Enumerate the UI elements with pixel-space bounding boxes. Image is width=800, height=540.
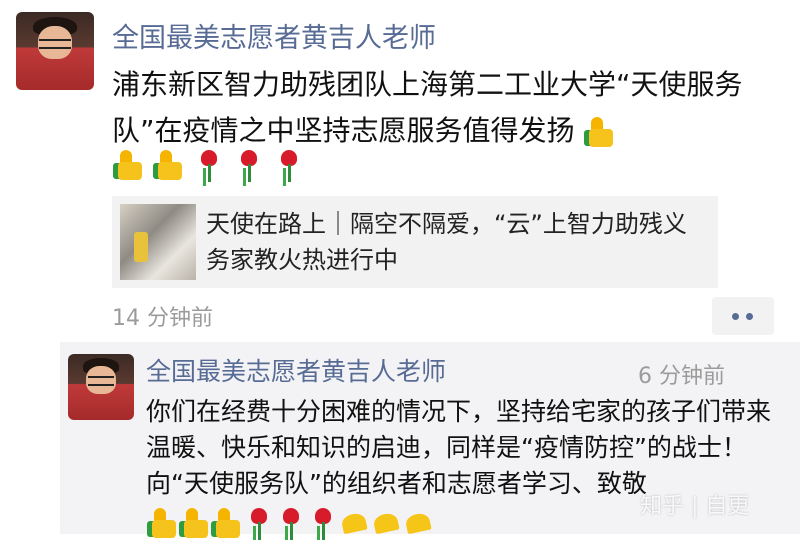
rose-icon bbox=[242, 506, 272, 540]
post-timestamp: 14 分钟前 bbox=[112, 306, 213, 331]
cheer-icon bbox=[402, 506, 432, 536]
thumbs-up-icon bbox=[152, 148, 186, 182]
author-avatar[interactable] bbox=[16, 12, 94, 90]
post-text-content: 浦东新区智力助残团队上海第二工业大学“天使服务队”在疫情之中坚持志愿服务值得发扬 bbox=[112, 68, 743, 147]
post-author-name[interactable]: 全国最美志愿者黄吉人老师 bbox=[112, 16, 436, 55]
rose-icon bbox=[306, 506, 336, 540]
more-actions-button[interactable] bbox=[712, 297, 774, 335]
rose-icon bbox=[272, 148, 306, 182]
article-title: 天使在路上｜隔空不隔爱，“云”上智力助残义务家教火热进行中 bbox=[206, 210, 687, 274]
thumbs-up-icon bbox=[146, 506, 176, 538]
thumbs-up-icon bbox=[583, 115, 617, 149]
commenter-avatar[interactable] bbox=[68, 354, 134, 420]
thumbs-up-icon bbox=[178, 506, 208, 538]
thumbs-up-icon bbox=[210, 506, 240, 538]
post-text: 浦东新区智力助残团队上海第二工业大学“天使服务队”在疫情之中坚持志愿服务值得发扬 bbox=[112, 62, 792, 154]
comment-author-name[interactable]: 全国最美志愿者黄吉人老师 bbox=[146, 352, 446, 388]
thumbs-up-icon bbox=[112, 148, 146, 182]
comment-text-content: 你们在经费十分困难的情况下，坚持给宅家的孩子们带来温暖、快乐和知识的启迪，同样是… bbox=[146, 397, 772, 498]
watermark: 知乎 | 自更 bbox=[640, 494, 750, 519]
cheer-icon bbox=[370, 506, 400, 536]
cheer-icon bbox=[338, 506, 368, 536]
rose-icon bbox=[232, 148, 266, 182]
rose-icon bbox=[274, 506, 304, 540]
rose-icon bbox=[192, 148, 226, 182]
comment-emoji-row bbox=[146, 506, 432, 540]
article-thumbnail bbox=[120, 204, 196, 280]
comment-timestamp: 6 分钟前 bbox=[638, 364, 725, 389]
more-dot-icon bbox=[746, 313, 753, 320]
more-dot-icon bbox=[732, 313, 739, 320]
post-emoji-row bbox=[112, 148, 306, 182]
shared-article-card[interactable]: 天使在路上｜隔空不隔爱，“云”上智力助残义务家教火热进行中 bbox=[112, 196, 718, 288]
